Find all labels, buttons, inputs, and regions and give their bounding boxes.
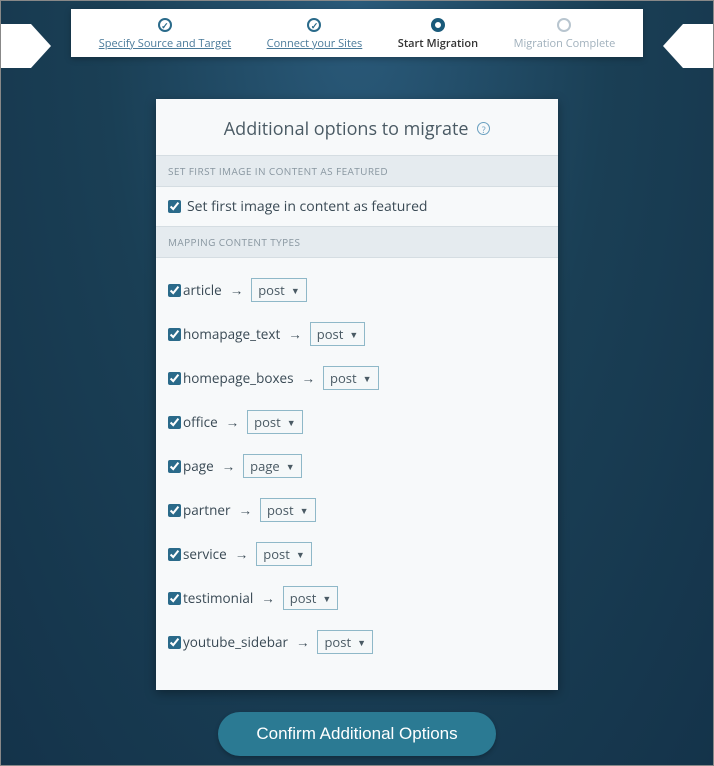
mapping-checkbox[interactable] xyxy=(168,284,181,297)
mapping-select[interactable]: post ▼ xyxy=(251,278,307,302)
step-migration-complete: Migration Complete xyxy=(514,18,616,51)
section-header-featured: SET FIRST IMAGE IN CONTENT AS FEATURED xyxy=(156,155,558,187)
step-connect-sites[interactable]: Connect your Sites xyxy=(267,18,363,51)
mapping-checkbox[interactable] xyxy=(168,372,181,385)
arrow-icon: → xyxy=(235,545,249,563)
mapping-row: testimonial → post ▼ xyxy=(168,586,546,610)
mapping-select[interactable]: post ▼ xyxy=(317,630,373,654)
step-label: Migration Complete xyxy=(514,36,616,51)
mapping-name: office xyxy=(183,413,218,431)
mapping-value: post xyxy=(324,633,351,651)
mapping-name: service xyxy=(183,545,227,563)
arrow-icon: → xyxy=(261,589,275,607)
mapping-checkbox[interactable] xyxy=(168,592,181,605)
mapping-checkbox[interactable] xyxy=(168,328,181,341)
arrow-icon: → xyxy=(296,633,310,651)
card-title: Additional options to migrate ? xyxy=(156,99,558,155)
mapping-row: partner → post ▼ xyxy=(168,498,546,522)
arrow-icon: → xyxy=(226,413,240,431)
chevron-down-icon: ▼ xyxy=(349,328,358,341)
mapping-row: page → page ▼ xyxy=(168,454,546,478)
step-label[interactable]: Specify Source and Target xyxy=(99,36,231,51)
mapping-select[interactable]: post ▼ xyxy=(260,498,316,522)
check-icon xyxy=(307,18,321,32)
step-label: Start Migration xyxy=(398,36,478,51)
ribbon-right-decor xyxy=(663,24,683,68)
chevron-down-icon: ▼ xyxy=(296,548,305,561)
mapping-row: youtube_sidebar → post ▼ xyxy=(168,630,546,654)
mapping-row: homapage_text → post ▼ xyxy=(168,322,546,346)
mapping-value: post xyxy=(258,281,285,299)
mapping-checkbox[interactable] xyxy=(168,636,181,649)
chevron-down-icon: ▼ xyxy=(287,416,296,429)
confirm-button[interactable]: Confirm Additional Options xyxy=(218,712,495,756)
mapping-select[interactable]: post ▼ xyxy=(256,542,312,566)
mapping-select[interactable]: post ▼ xyxy=(247,410,303,434)
mapping-value: post xyxy=(290,589,317,607)
step-label[interactable]: Connect your Sites xyxy=(267,36,363,51)
help-icon[interactable]: ? xyxy=(477,122,490,135)
ribbon-left-decor xyxy=(31,24,51,68)
arrow-icon: → xyxy=(302,369,316,387)
mapping-checkbox[interactable] xyxy=(168,460,181,473)
featured-image-label: Set first image in content as featured xyxy=(187,197,428,216)
arrow-icon: → xyxy=(288,325,302,343)
chevron-down-icon: ▼ xyxy=(286,460,295,473)
mapping-row: office → post ▼ xyxy=(168,410,546,434)
mapping-list: article→post▼homapage_text→post▼homepage… xyxy=(156,258,558,690)
mapping-select[interactable]: page ▼ xyxy=(243,454,301,478)
mapping-value: page xyxy=(250,457,280,475)
mapping-name: homapage_text xyxy=(183,325,280,343)
mapping-value: post xyxy=(254,413,281,431)
chevron-down-icon: ▼ xyxy=(363,372,372,385)
featured-image-checkbox-row[interactable]: Set first image in content as featured xyxy=(156,187,558,226)
mapping-select[interactable]: post ▼ xyxy=(283,586,339,610)
mapping-row: service → post ▼ xyxy=(168,542,546,566)
mapping-name: youtube_sidebar xyxy=(183,633,288,651)
mapping-name: homepage_boxes xyxy=(183,369,294,387)
mapping-checkbox[interactable] xyxy=(168,416,181,429)
mapping-select[interactable]: post ▼ xyxy=(323,366,379,390)
mapping-row: homepage_boxes → post ▼ xyxy=(168,366,546,390)
step-source-target[interactable]: Specify Source and Target xyxy=(99,18,231,51)
step-start-migration: Start Migration xyxy=(398,18,478,51)
featured-image-checkbox[interactable] xyxy=(168,200,181,213)
options-card: Additional options to migrate ? SET FIRS… xyxy=(156,99,558,690)
mapping-checkbox[interactable] xyxy=(168,504,181,517)
mapping-name: page xyxy=(183,457,214,475)
mapping-value: post xyxy=(263,545,290,563)
stepper-bar: Specify Source and Target Connect your S… xyxy=(71,9,643,57)
mapping-name: partner xyxy=(183,501,230,519)
mapping-select[interactable]: post ▼ xyxy=(310,322,366,346)
check-icon xyxy=(158,18,172,32)
mapping-name: article xyxy=(183,281,222,299)
pending-step-icon xyxy=(557,18,571,32)
mapping-name: testimonial xyxy=(183,589,253,607)
card-title-text: Additional options to migrate xyxy=(224,117,469,141)
mapping-value: post xyxy=(330,369,357,387)
mapping-row: article → post ▼ xyxy=(168,278,546,302)
arrow-icon: → xyxy=(230,281,244,299)
chevron-down-icon: ▼ xyxy=(322,592,331,605)
progress-stepper: Specify Source and Target Connect your S… xyxy=(1,9,713,69)
chevron-down-icon: ▼ xyxy=(357,636,366,649)
current-step-icon xyxy=(431,18,445,32)
mapping-value: post xyxy=(317,325,344,343)
section-header-mapping: MAPPING CONTENT TYPES xyxy=(156,226,558,258)
arrow-icon: → xyxy=(238,501,252,519)
mapping-value: post xyxy=(267,501,294,519)
chevron-down-icon: ▼ xyxy=(291,284,300,297)
mapping-checkbox[interactable] xyxy=(168,548,181,561)
chevron-down-icon: ▼ xyxy=(300,504,309,517)
arrow-icon: → xyxy=(222,457,236,475)
